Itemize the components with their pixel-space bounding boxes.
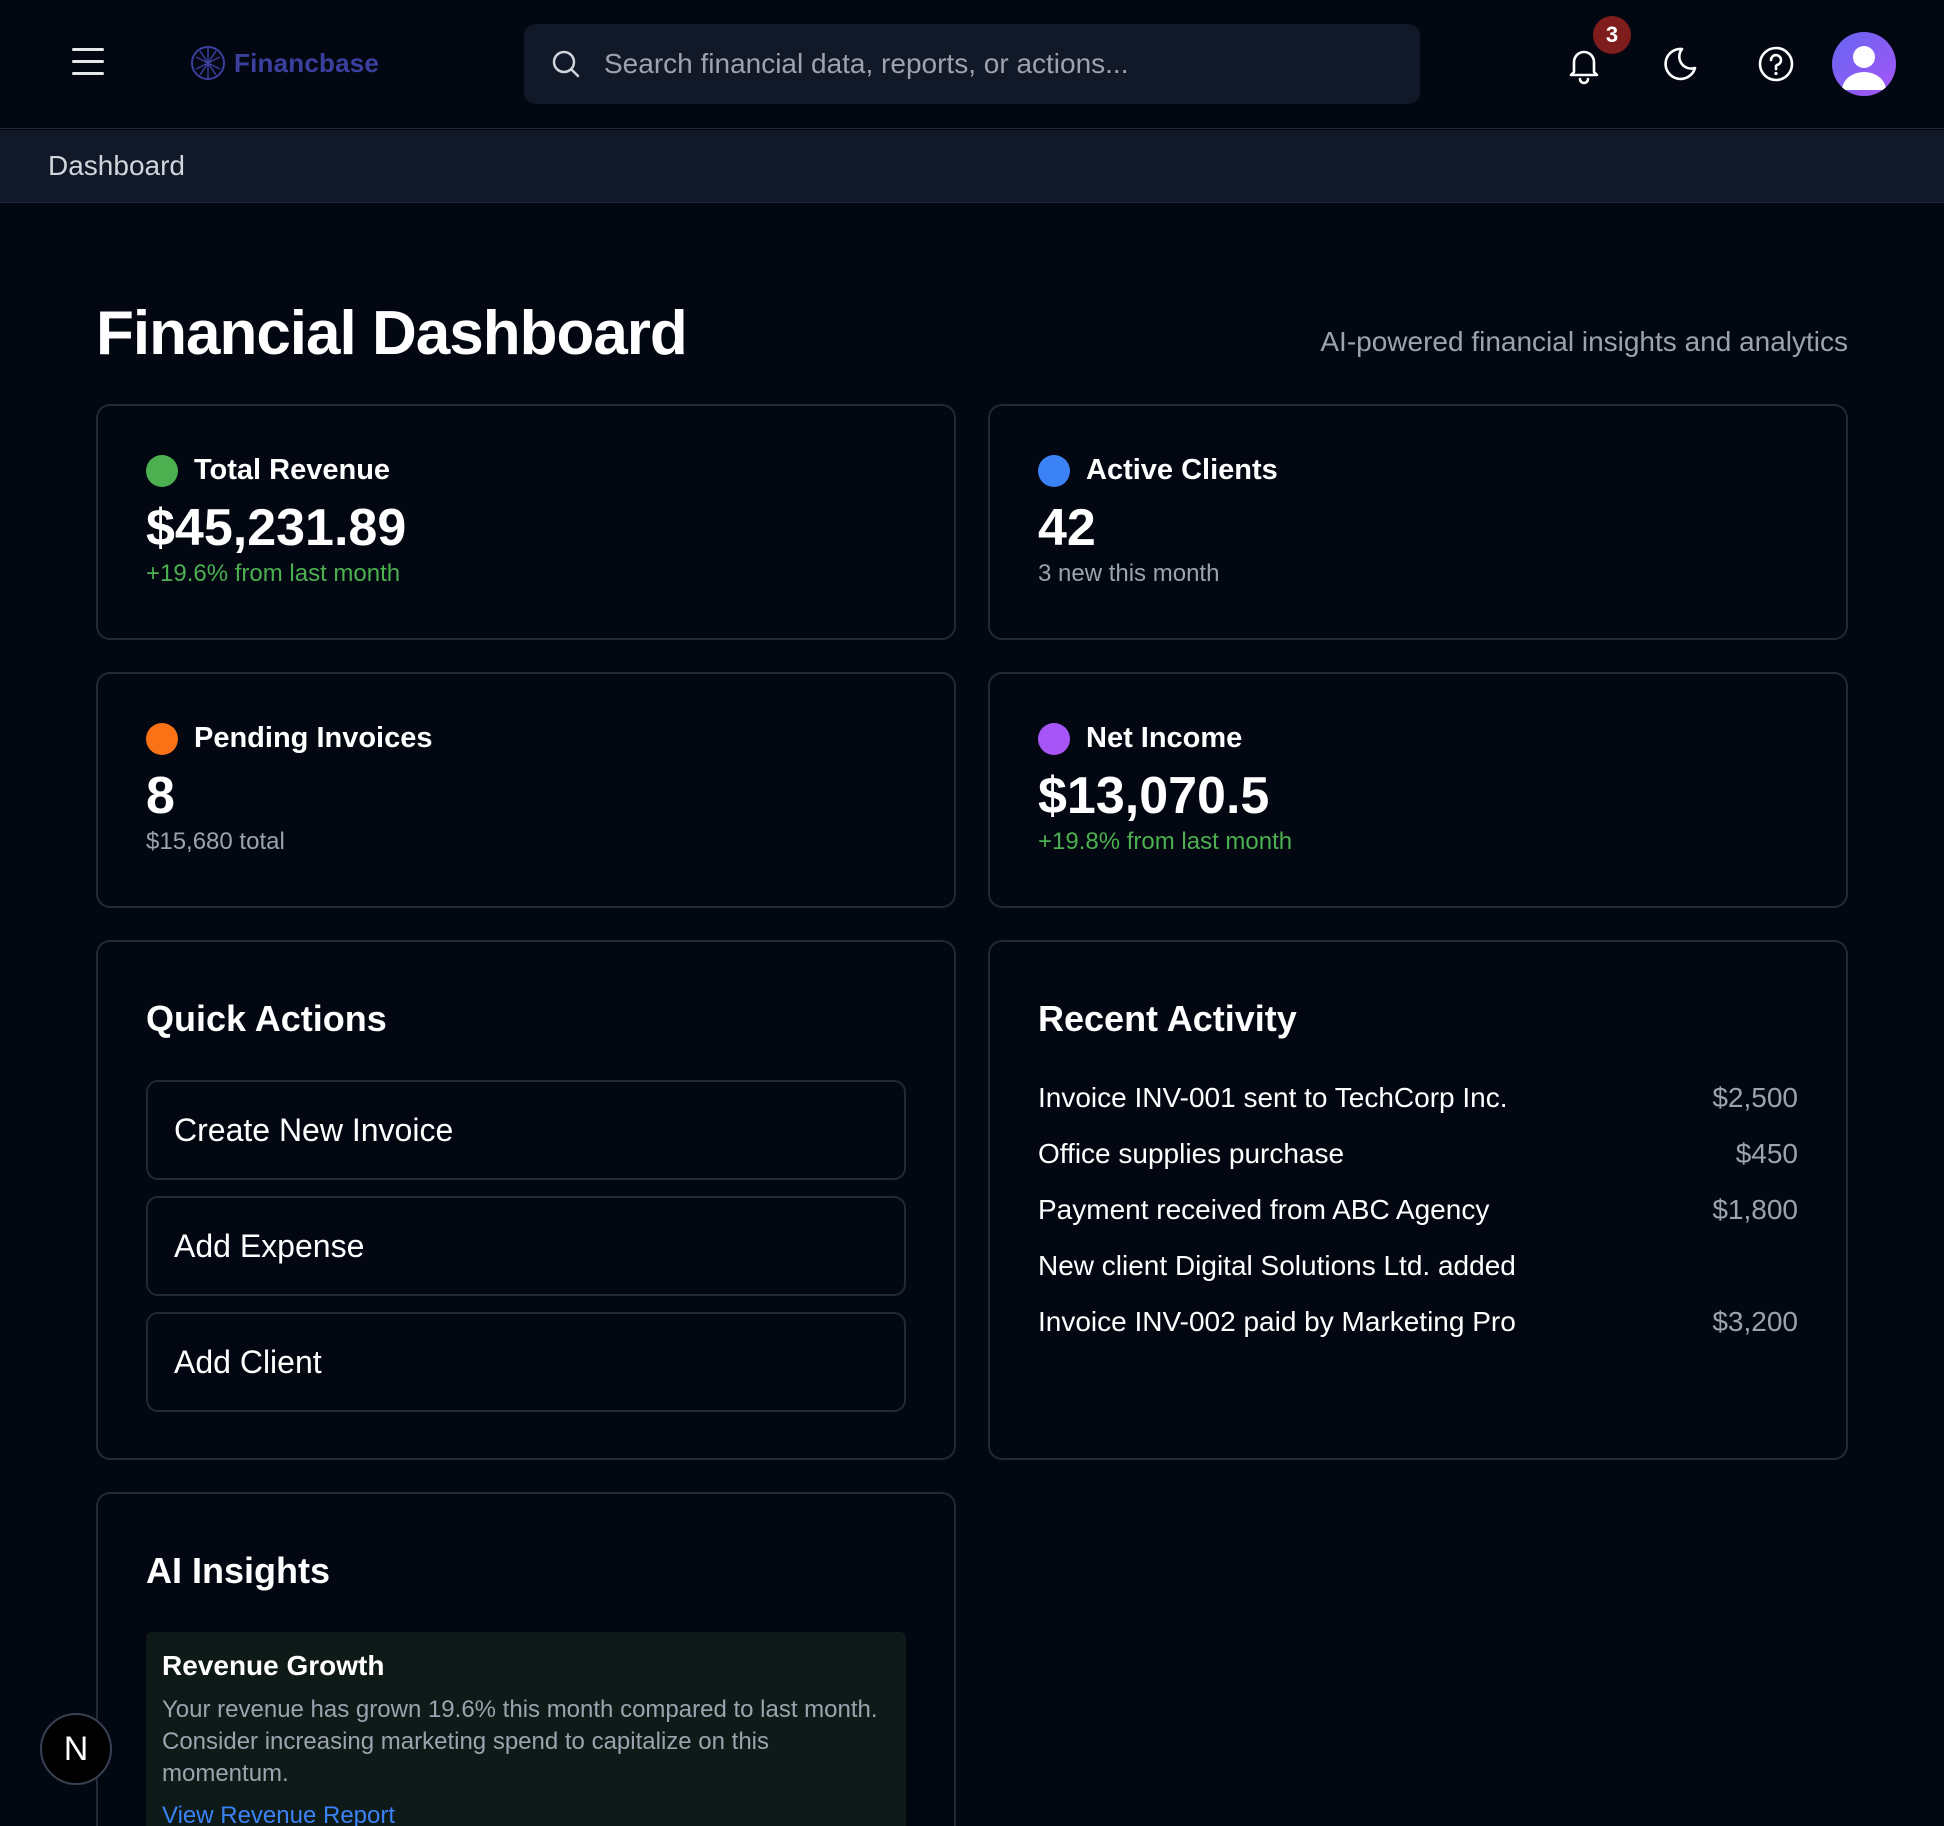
stat-value: 42 bbox=[1038, 499, 1096, 557]
stat-label: Active Clients bbox=[1086, 454, 1278, 486]
quick-actions-card: Quick Actions Create New Invoice Add Exp… bbox=[96, 940, 956, 1460]
stat-value: 8 bbox=[146, 767, 175, 825]
activity-text: Office supplies purchase bbox=[1038, 1138, 1345, 1169]
search-input[interactable] bbox=[604, 24, 1404, 104]
stat-note: 3 new this month bbox=[1038, 560, 1220, 587]
activity-row: Invoice INV-001 sent to TechCorp Inc. $2… bbox=[1038, 1082, 1798, 1126]
create-invoice-button[interactable]: Create New Invoice bbox=[146, 1080, 906, 1180]
user-avatar[interactable] bbox=[1832, 32, 1896, 96]
activity-row: Invoice INV-002 paid by Marketing Pro $3… bbox=[1038, 1306, 1798, 1350]
page-subtitle: AI-powered financial insights and analyt… bbox=[1320, 326, 1848, 357]
user-icon bbox=[1842, 46, 1886, 90]
stat-value: $45,231.89 bbox=[146, 499, 407, 557]
logo-icon bbox=[191, 46, 225, 80]
recent-activity-card: Recent Activity Invoice INV-001 sent to … bbox=[988, 940, 1848, 1460]
activity-row: New client Digital Solutions Ltd. added bbox=[1038, 1250, 1798, 1294]
menu-icon[interactable] bbox=[70, 48, 106, 78]
activity-text: Invoice INV-001 sent to TechCorp Inc. bbox=[1038, 1082, 1508, 1113]
stat-label: Total Revenue bbox=[194, 454, 391, 486]
status-dot bbox=[146, 454, 178, 487]
activity-amount: $450 bbox=[1735, 1138, 1798, 1169]
add-client-button[interactable]: Add Client bbox=[146, 1312, 906, 1412]
stat-label: Pending Invoices bbox=[194, 722, 433, 754]
stat-card-active-clients: Active Clients 42 3 new this month bbox=[988, 404, 1848, 640]
activity-row: Office supplies purchase $450 bbox=[1038, 1138, 1798, 1182]
stat-value: $13,070.5 bbox=[1038, 767, 1270, 825]
status-dot bbox=[1038, 454, 1070, 487]
stat-card-net-income: Net Income $13,070.5 +19.8% from last mo… bbox=[988, 672, 1848, 908]
stat-note: $15,680 total bbox=[146, 828, 285, 855]
dev-tools-badge[interactable]: N bbox=[40, 1713, 112, 1785]
activity-amount: $3,200 bbox=[1712, 1306, 1798, 1337]
top-bar: Financbase 3 bbox=[0, 0, 1944, 129]
help-icon[interactable] bbox=[1754, 42, 1798, 86]
section-title: Quick Actions bbox=[146, 998, 387, 1039]
ai-insights-card: AI Insights Revenue Growth Your revenue … bbox=[96, 1492, 956, 1826]
status-dot bbox=[1038, 722, 1070, 755]
stat-note: +19.8% from last month bbox=[1038, 828, 1293, 855]
activity-text: Invoice INV-002 paid by Marketing Pro bbox=[1038, 1306, 1516, 1337]
breadcrumb[interactable]: Dashboard bbox=[48, 150, 185, 182]
add-expense-button[interactable]: Add Expense bbox=[146, 1196, 906, 1296]
search-bar[interactable] bbox=[524, 24, 1420, 104]
view-revenue-report-link[interactable]: View Revenue Report bbox=[162, 1802, 395, 1826]
breadcrumb-bar: Dashboard bbox=[0, 130, 1944, 203]
insight-title: Revenue Growth bbox=[162, 1650, 385, 1681]
insight-body: Your revenue has grown 19.6% this month … bbox=[162, 1696, 878, 1787]
moon-icon[interactable] bbox=[1658, 42, 1702, 86]
brand-logo[interactable]: Financbase bbox=[188, 40, 379, 86]
stat-note: +19.6% from last month bbox=[146, 560, 401, 587]
notification-count-badge: 3 bbox=[1593, 16, 1631, 54]
stat-card-pending-invoices: Pending Invoices 8 $15,680 total bbox=[96, 672, 956, 908]
insight-item: Revenue Growth Your revenue has grown 19… bbox=[146, 1632, 906, 1826]
status-dot bbox=[146, 722, 178, 755]
search-icon bbox=[552, 50, 580, 78]
activity-row: Payment received from ABC Agency $1,800 bbox=[1038, 1194, 1798, 1238]
section-title: AI Insights bbox=[146, 1550, 331, 1591]
activity-amount: $2,500 bbox=[1712, 1082, 1798, 1113]
section-title: Recent Activity bbox=[1038, 998, 1297, 1039]
stat-label: Net Income bbox=[1086, 722, 1243, 754]
activity-amount: $1,800 bbox=[1712, 1194, 1798, 1225]
stat-card-total-revenue: Total Revenue $45,231.89 +19.6% from las… bbox=[96, 404, 956, 640]
page-title: Financial Dashboard bbox=[96, 299, 688, 368]
activity-text: Payment received from ABC Agency bbox=[1038, 1194, 1490, 1225]
brand-name: Financbase bbox=[234, 47, 380, 78]
activity-text: New client Digital Solutions Ltd. added bbox=[1038, 1250, 1516, 1281]
